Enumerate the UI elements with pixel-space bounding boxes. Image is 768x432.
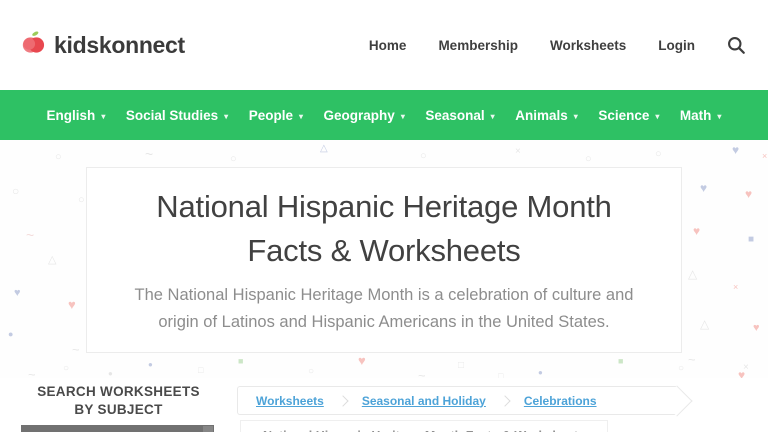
chevron-right-icon (499, 395, 510, 406)
chevron-down-icon: ▾ (299, 112, 303, 121)
menu-english[interactable]: English ▾ (47, 108, 106, 123)
menu-label: Math (680, 108, 712, 123)
menu-label: Geography (324, 108, 395, 123)
breadcrumb-seasonal-and-holiday[interactable]: Seasonal and Holiday (362, 394, 486, 408)
nav-home[interactable]: Home (369, 38, 407, 53)
hero-section: ○~○△○×○○♥×○○~×♥♥●~~△♥♥♥■△×△♥~×○●■○♥~□●■○… (0, 140, 768, 378)
menu-label: Seasonal (425, 108, 484, 123)
breadcrumb: Worksheets Seasonal and Holiday Celebrat… (237, 386, 677, 415)
page-subtitle: The National Hispanic Heritage Month is … (117, 282, 651, 335)
top-nav: Home Membership Worksheets Login (369, 36, 746, 55)
chevron-down-icon: ▾ (401, 112, 405, 121)
chevron-down-icon: ▾ (574, 112, 578, 121)
sidebar: SEARCH WORKSHEETS BY SUBJECT (0, 378, 237, 432)
menu-label: Animals (515, 108, 568, 123)
menu-label: English (47, 108, 96, 123)
chevron-down-icon: ▾ (491, 112, 495, 121)
menu-social-studies[interactable]: Social Studies ▾ (126, 108, 228, 123)
chevron-down-icon: ▾ (717, 112, 721, 121)
menu-geography[interactable]: Geography ▾ (324, 108, 405, 123)
nav-membership[interactable]: Membership (438, 38, 518, 53)
nav-login[interactable]: Login (658, 38, 695, 53)
chevron-right-icon (337, 395, 348, 406)
main-column: Worksheets Seasonal and Holiday Celebrat… (237, 378, 768, 432)
menu-animals[interactable]: Animals ▾ (515, 108, 578, 123)
chevron-down-icon: ▾ (101, 112, 105, 121)
page-title: National Hispanic Heritage Month Facts &… (117, 185, 651, 273)
content-card: National Hispanic Heritage Month Facts &… (240, 420, 608, 432)
top-header: kidskonnect Home Membership Worksheets L… (0, 0, 768, 90)
breadcrumb-worksheets[interactable]: Worksheets (256, 394, 324, 408)
menu-seasonal[interactable]: Seasonal ▾ (425, 108, 494, 123)
apple-logo-icon (20, 29, 47, 61)
nav-worksheets[interactable]: Worksheets (550, 38, 626, 53)
brand-logo[interactable]: kidskonnect (20, 29, 185, 61)
search-icon[interactable] (727, 36, 746, 55)
menu-science[interactable]: Science ▾ (598, 108, 659, 123)
breadcrumb-celebrations[interactable]: Celebrations (524, 394, 597, 408)
hero-card: National Hispanic Heritage Month Facts &… (86, 167, 682, 353)
menu-label: Science (598, 108, 649, 123)
sidebar-heading: SEARCH WORKSHEETS BY SUBJECT (29, 383, 209, 418)
menu-math[interactable]: Math ▾ (680, 108, 722, 123)
brand-name: kidskonnect (54, 32, 185, 59)
menu-people[interactable]: People ▾ (249, 108, 303, 123)
subject-menubar: English ▾ Social Studies ▾ People ▾ Geograp… (0, 90, 768, 140)
chevron-down-icon: ▾ (655, 112, 659, 121)
menu-label: Social Studies (126, 108, 218, 123)
bottom-section: SEARCH WORKSHEETS BY SUBJECT Worksheets … (0, 378, 768, 432)
chevron-down-icon: ▾ (224, 112, 228, 121)
menu-label: People (249, 108, 293, 123)
subject-filter-dropdown[interactable] (21, 425, 214, 432)
